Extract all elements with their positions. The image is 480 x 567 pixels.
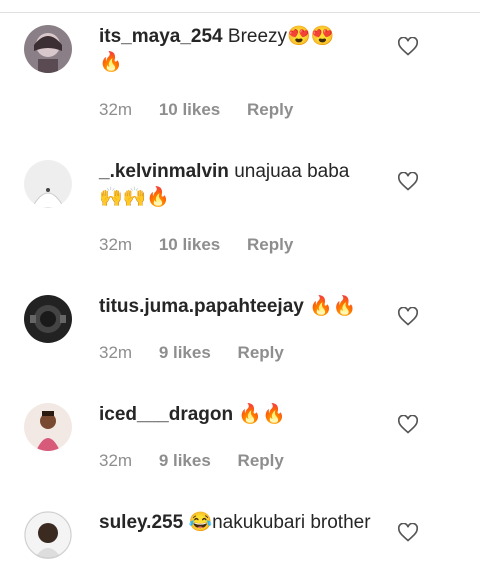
reply-button[interactable]: Reply [247,100,293,119]
comment-username[interactable]: iced___dragon [99,404,233,425]
comment-time: 32m [99,100,133,119]
heart-outline-icon[interactable] [398,307,418,327]
comment-text: iced___dragon 🔥🔥 [99,402,389,428]
comment-username[interactable]: titus.juma.papahteejay [99,296,304,317]
comment-text: _.kelvinmalvin unajuaa baba 🙌🙌🔥 [99,159,389,211]
reply-button[interactable]: Reply [238,451,284,470]
comment-likes[interactable]: 10 likes [159,235,220,254]
comment-body: 🔥🔥 [309,296,357,317]
comment-meta: 32m 9 likes Reply [99,451,306,471]
avatar[interactable] [24,25,72,73]
avatar[interactable] [24,160,72,208]
avatar[interactable] [24,403,72,451]
heart-outline-icon[interactable] [398,415,418,435]
heart-outline-icon[interactable] [398,523,418,543]
comment-likes[interactable]: 9 likes [159,343,211,362]
avatar[interactable] [24,295,72,343]
comment-likes[interactable]: 10 likes [159,100,220,119]
comment-time: 32m [99,343,133,362]
heart-outline-icon[interactable] [398,37,418,57]
comment-meta: 32m 10 likes Reply [99,235,315,255]
comment-likes[interactable]: 9 likes [159,451,211,470]
avatar[interactable] [24,511,72,559]
comment-username[interactable]: _.kelvinmalvin [99,161,229,182]
comment-meta: 32m 9 likes Reply [99,343,306,363]
comment-username[interactable]: suley.255 [99,512,183,533]
comment-time: 32m [99,451,133,470]
comment-text: titus.juma.papahteejay 🔥🔥 [99,294,389,320]
comment-time: 32m [99,235,133,254]
comment-username[interactable]: its_maya_254 [99,26,223,47]
top-divider [0,0,480,13]
reply-button[interactable]: Reply [238,343,284,362]
heart-outline-icon[interactable] [398,172,418,192]
comment-text: its_maya_254 Breezy😍😍 🔥 [99,24,389,76]
comment-meta: 32m 10 likes Reply [99,100,315,120]
reply-button[interactable]: Reply [247,235,293,254]
comment-body: 🔥🔥 [238,404,286,425]
comment-text: suley.255 😂nakukubari brother [99,510,389,536]
comment-body: 😂nakukubari brother [188,512,371,533]
